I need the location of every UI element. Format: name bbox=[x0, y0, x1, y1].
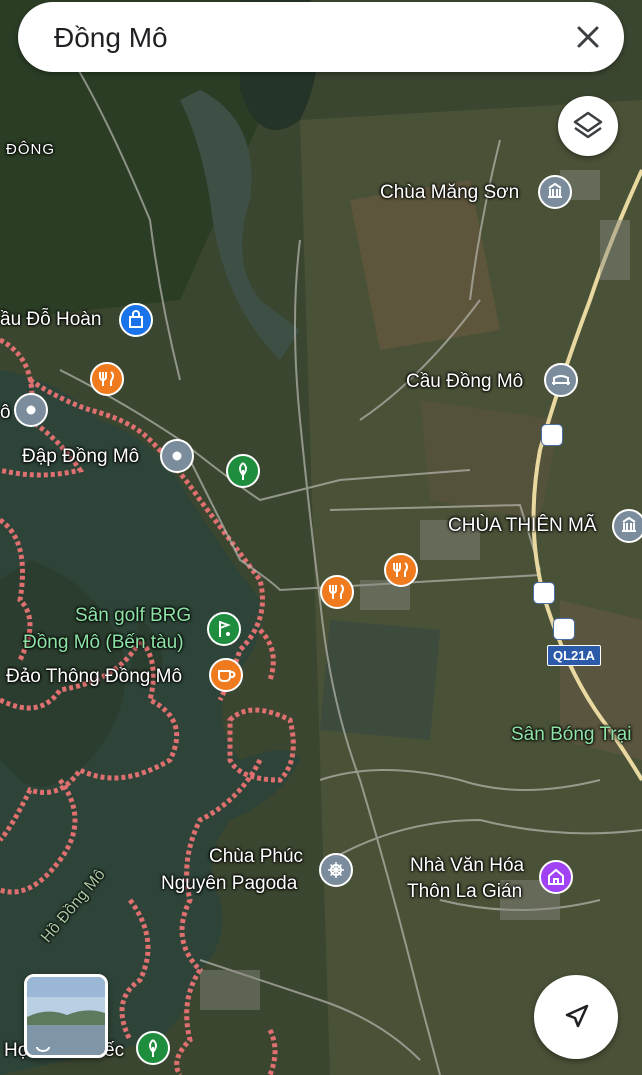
park-icon[interactable] bbox=[226, 454, 260, 488]
restaurant-icon[interactable] bbox=[320, 575, 354, 609]
place-label[interactable]: Cầu Đồng Mô bbox=[406, 371, 523, 393]
street-view-thumbnail[interactable] bbox=[24, 974, 108, 1058]
my-location-button[interactable] bbox=[534, 975, 618, 1059]
place-label[interactable]: ầu Đỗ Hoàn bbox=[0, 309, 101, 331]
bus-stop-icon[interactable] bbox=[533, 582, 555, 604]
place-label[interactable]: Chùa Măng Sơn bbox=[380, 182, 519, 204]
place-label[interactable]: Đập Đồng Mô bbox=[22, 446, 139, 468]
restaurant-icon[interactable] bbox=[90, 362, 124, 396]
place-label: ô bbox=[0, 402, 11, 423]
bus-stop-icon[interactable] bbox=[541, 424, 563, 446]
close-icon[interactable] bbox=[570, 19, 606, 55]
place-label[interactable]: Thôn La Gián bbox=[407, 881, 522, 903]
shopping-bag-icon[interactable] bbox=[119, 303, 153, 337]
place-label: ĐÔNG bbox=[6, 141, 55, 158]
place-label[interactable]: Đảo Thông Đồng Mô bbox=[6, 666, 182, 688]
bridge-icon[interactable] bbox=[544, 363, 578, 397]
place-label[interactable]: CHÙA THIÊN MÃ bbox=[448, 515, 597, 537]
landmark-poi-icon[interactable] bbox=[612, 509, 642, 543]
place-label[interactable]: Nguyên Pagoda bbox=[161, 873, 297, 895]
layers-button[interactable] bbox=[558, 96, 618, 156]
landmark-pin-icon[interactable] bbox=[14, 393, 48, 427]
satellite-map[interactable] bbox=[0, 0, 642, 1075]
golf-icon[interactable] bbox=[207, 612, 241, 646]
community-center-icon[interactable] bbox=[539, 860, 573, 894]
park-icon[interactable] bbox=[136, 1031, 170, 1065]
restaurant-icon[interactable] bbox=[384, 553, 418, 587]
search-bar[interactable]: Đồng Mô bbox=[18, 2, 624, 72]
landmark-poi-icon[interactable] bbox=[538, 175, 572, 209]
bus-stop-icon[interactable] bbox=[553, 618, 575, 640]
place-label[interactable]: Nhà Văn Hóa bbox=[410, 855, 524, 877]
landmark-pin-icon[interactable] bbox=[160, 439, 194, 473]
navigation-arrow-icon bbox=[565, 1004, 589, 1028]
place-label[interactable]: Chùa Phúc bbox=[209, 846, 303, 868]
search-input[interactable]: Đồng Mô bbox=[54, 2, 168, 74]
place-label[interactable]: Sân Bóng Trại bbox=[511, 724, 631, 746]
road-shield: QL21A bbox=[547, 645, 601, 666]
layers-icon bbox=[573, 111, 603, 139]
temple-icon[interactable] bbox=[319, 853, 353, 887]
place-label[interactable]: Đồng Mô (Bến tàu) bbox=[23, 632, 184, 654]
cafe-icon[interactable] bbox=[209, 658, 243, 692]
place-label[interactable]: Sân golf BRG bbox=[75, 605, 191, 627]
